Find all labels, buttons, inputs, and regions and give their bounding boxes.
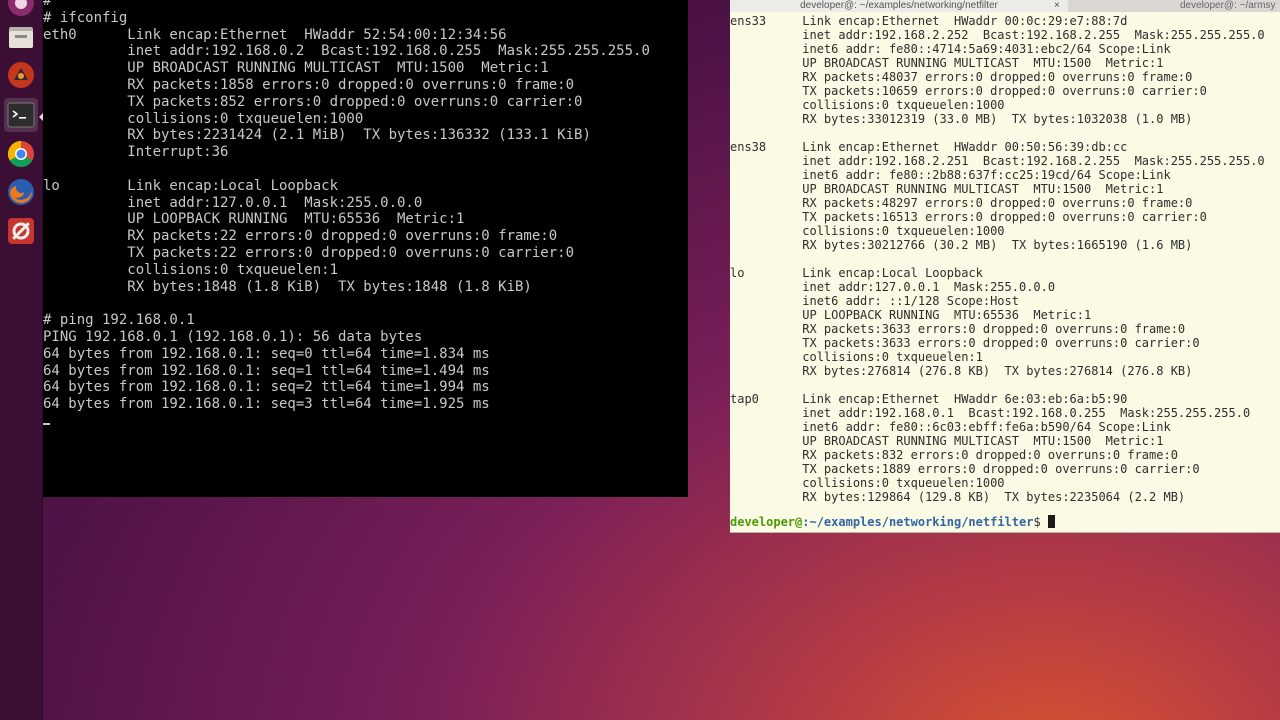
console-line: PING 192.168.0.1 (192.168.0.1): 56 data … — [43, 328, 423, 345]
unity-launcher — [0, 0, 43, 720]
qemu-console-window[interactable]: # # ifconfig eth0 Link encap:Ethernet HW… — [43, 0, 688, 497]
terminal-line: UP BROADCAST RUNNING MULTICAST MTU:1500 … — [730, 182, 1164, 196]
terminal-line: RX bytes:129864 (129.8 KB) TX bytes:2235… — [730, 490, 1186, 504]
terminal-icon[interactable] — [4, 98, 38, 132]
console-line: collisions:0 txqueuelen:1000 — [43, 110, 364, 127]
terminal-line: collisions:0 txqueuelen:1 — [730, 350, 983, 364]
terminal-line: collisions:0 txqueuelen:1000 — [730, 224, 1005, 238]
terminal-line: RX packets:832 errors:0 dropped:0 overru… — [730, 448, 1178, 462]
terminal-line: collisions:0 txqueuelen:1000 — [730, 98, 1005, 112]
tab-netfilter[interactable]: developer@: ~/examples/networking/netfil… — [730, 0, 1068, 12]
terminal-line: RX packets:3633 errors:0 dropped:0 overr… — [730, 322, 1186, 336]
terminal-line: RX bytes:33012319 (33.0 MB) TX bytes:103… — [730, 112, 1193, 126]
terminal-line: ens33 Link encap:Ethernet HWaddr 00:0c:2… — [730, 14, 1128, 28]
chrome-icon[interactable] — [4, 137, 38, 171]
console-line: # ping 192.168.0.1 — [43, 312, 195, 329]
terminal-line: RX bytes:30212766 (30.2 MB) TX bytes:166… — [730, 238, 1193, 252]
console-line: eth0 Link encap:Ethernet HWaddr 52:54:00… — [43, 26, 507, 43]
terminal-line: inet6 addr: fe80::6c03:ebff:fe6a:b590/64… — [730, 420, 1171, 434]
console-line: Interrupt:36 — [43, 144, 229, 161]
terminal-line: inet addr:192.168.2.251 Bcast:192.168.2.… — [730, 154, 1265, 168]
terminal-line: UP LOOPBACK RUNNING MTU:65536 Metric:1 — [730, 308, 1092, 322]
firefox-icon[interactable] — [4, 175, 38, 209]
terminal-line: ens38 Link encap:Ethernet HWaddr 00:50:5… — [730, 140, 1128, 154]
console-line: RX packets:1858 errors:0 dropped:0 overr… — [43, 76, 575, 93]
terminal-line: inet addr:192.168.0.1 Bcast:192.168.0.25… — [730, 406, 1251, 420]
terminal-line: RX packets:48037 errors:0 dropped:0 over… — [730, 70, 1193, 84]
prompt-symbol: $ — [1033, 515, 1048, 529]
terminal-line: TX packets:1889 errors:0 dropped:0 overr… — [730, 462, 1200, 476]
console-line: # ifconfig — [43, 9, 128, 26]
terminal-line: tap0 Link encap:Ethernet HWaddr 6e:03:eb… — [730, 392, 1128, 406]
console-line: inet addr:127.0.0.1 Mask:255.0.0.0 — [43, 194, 423, 211]
files-icon[interactable] — [4, 20, 38, 54]
text-cursor — [1047, 515, 1055, 528]
terminal-line: inet addr:127.0.0.1 Mask:255.0.0.0 — [730, 280, 1056, 294]
console-line: # — [43, 0, 52, 9]
terminal-line: lo Link encap:Local Loopback — [730, 266, 983, 280]
terminal-line: RX packets:48297 errors:0 dropped:0 over… — [730, 196, 1193, 210]
console-line: RX bytes:1848 (1.8 KiB) TX bytes:1848 (1… — [43, 278, 532, 295]
gnome-terminal-window[interactable]: ens33 Link encap:Ethernet HWaddr 00:0c:2… — [730, 12, 1280, 533]
console-line: 64 bytes from 192.168.0.1: seq=3 ttl=64 … — [43, 396, 490, 413]
terminal-line: RX bytes:276814 (276.8 KB) TX bytes:2768… — [730, 364, 1193, 378]
prompt-user: developer@ — [730, 515, 803, 529]
remmina-icon[interactable] — [4, 58, 38, 92]
console-line: TX packets:22 errors:0 dropped:0 overrun… — [43, 244, 575, 261]
system-settings-icon[interactable] — [4, 214, 38, 248]
terminal-output: ens33 Link encap:Ethernet HWaddr 00:0c:2… — [730, 14, 1265, 504]
terminal-line: UP BROADCAST RUNNING MULTICAST MTU:1500 … — [730, 56, 1164, 70]
console-line: 64 bytes from 192.168.0.1: seq=2 ttl=64 … — [43, 379, 490, 396]
tab-netfilter-label: developer@: ~/examples/networking/netfil… — [800, 0, 998, 11]
console-line: 64 bytes from 192.168.0.1: seq=1 ttl=64 … — [43, 362, 490, 379]
console-line: TX packets:852 errors:0 dropped:0 overru… — [43, 93, 583, 110]
tab-armsy[interactable]: developer@: ~/armsy — [1070, 0, 1280, 12]
terminal-line: TX packets:3633 errors:0 dropped:0 overr… — [730, 336, 1200, 350]
console-line: inet addr:192.168.0.2 Bcast:192.168.0.25… — [43, 43, 650, 60]
console-output: # # ifconfig eth0 Link encap:Ethernet HW… — [43, 0, 650, 430]
terminal-line: inet6 addr: fe80::2b88:637f:cc25:19cd/64… — [730, 168, 1171, 182]
tab-close-icon[interactable]: × — [1054, 0, 1060, 11]
console-line: 64 bytes from 192.168.0.1: seq=0 ttl=64 … — [43, 345, 490, 362]
terminal-line: inet6 addr: ::1/128 Scope:Host — [730, 294, 1019, 308]
terminal-line: UP BROADCAST RUNNING MULTICAST MTU:1500 … — [730, 434, 1164, 448]
terminal-line: collisions:0 txqueuelen:1000 — [730, 476, 1005, 490]
terminal-line: TX packets:16513 errors:0 dropped:0 over… — [730, 210, 1207, 224]
console-line: RX bytes:2231424 (2.1 MiB) TX bytes:1363… — [43, 127, 591, 144]
console-line: RX packets:22 errors:0 dropped:0 overrun… — [43, 228, 558, 245]
prompt-path: :~/examples/networking/netfilter — [802, 515, 1034, 529]
console-line: collisions:0 txqueuelen:1 — [43, 261, 339, 278]
terminal-line: TX packets:10659 errors:0 dropped:0 over… — [730, 84, 1207, 98]
settings-app-icon[interactable] — [4, 0, 38, 20]
console-line: UP LOOPBACK RUNNING MTU:65536 Metric:1 — [43, 211, 465, 228]
shell-prompt[interactable]: developer@:~/examples/networking/netfilt… — [730, 515, 1055, 529]
console-line: lo Link encap:Local Loopback — [43, 177, 339, 194]
terminal-line: inet6 addr: fe80::4714:5a69:4031:ebc2/64… — [730, 42, 1171, 56]
terminal-line: inet addr:192.168.2.252 Bcast:192.168.2.… — [730, 28, 1265, 42]
terminal-tab-bar: developer@: ~/examples/networking/netfil… — [730, 0, 1280, 12]
console-line: UP BROADCAST RUNNING MULTICAST MTU:1500 … — [43, 60, 549, 77]
tab-armsy-label: developer@: ~/armsy — [1180, 0, 1276, 11]
console-cursor — [43, 422, 50, 425]
